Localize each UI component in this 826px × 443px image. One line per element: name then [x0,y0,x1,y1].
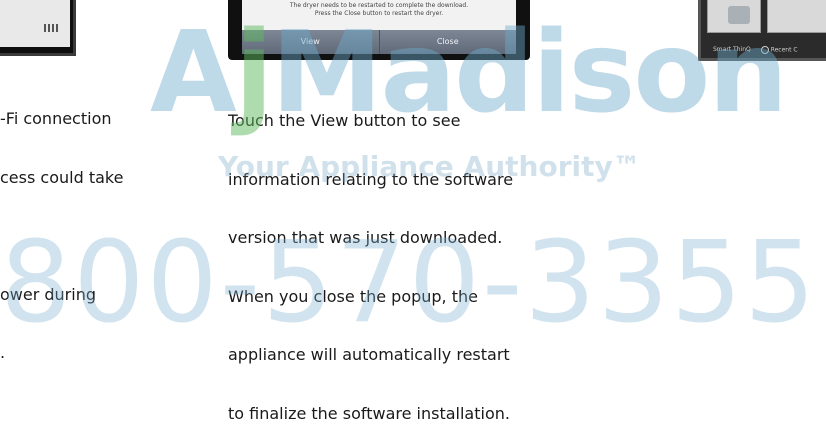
restart-dialog: The dryer needs to be restarted to compl… [242,0,516,54]
wifi-screen-thumbnail [0,0,76,56]
instruction-line: Touch the View button to see [228,111,461,130]
instruction-line: version that was just downloaded. [228,228,503,247]
close-button[interactable]: Close [380,30,517,54]
app-labels: Smart ThinQ Recent C [701,46,826,54]
app-menu-thumbnail: Smart ThinQ Recent C [698,0,826,61]
dialog-message: The dryer needs to be restarted to compl… [242,2,516,18]
signal-bars-icon [44,24,58,32]
instruction-line: information relating to the software [228,169,514,189]
recent-label: Recent C [760,46,798,54]
smart-thinq-label: Smart ThinQ [713,46,751,53]
laundry-icon [728,6,750,24]
left-instructions: -Fi connection cess could take ower duri… [0,70,170,382]
recent-icon [760,46,769,54]
view-button[interactable]: View [242,30,380,54]
dialog-message-line: Press the Close button to restart the dr… [314,10,444,17]
app-tile [767,0,826,33]
instruction-line: appliance will automatically restart [228,345,510,364]
left-line: -Fi connection [0,109,112,128]
recent-label-text: Recent C [770,46,798,54]
app-tile [707,0,761,33]
dialog-button-row: View Close [242,30,516,54]
instruction-line: to finalize the software installation. [228,403,510,423]
left-line: cess could take [0,167,124,187]
popup-screenshot: The dryer needs to be restarted to compl… [228,0,530,60]
instruction-line: When you close the popup, the [228,286,478,306]
dialog-message-line: The dryer needs to be restarted to compl… [289,2,469,9]
left-line: . [0,343,6,362]
screen-inner [0,0,70,47]
left-line: ower during [0,284,96,304]
center-instructions: Touch the View button to see information… [228,72,588,443]
